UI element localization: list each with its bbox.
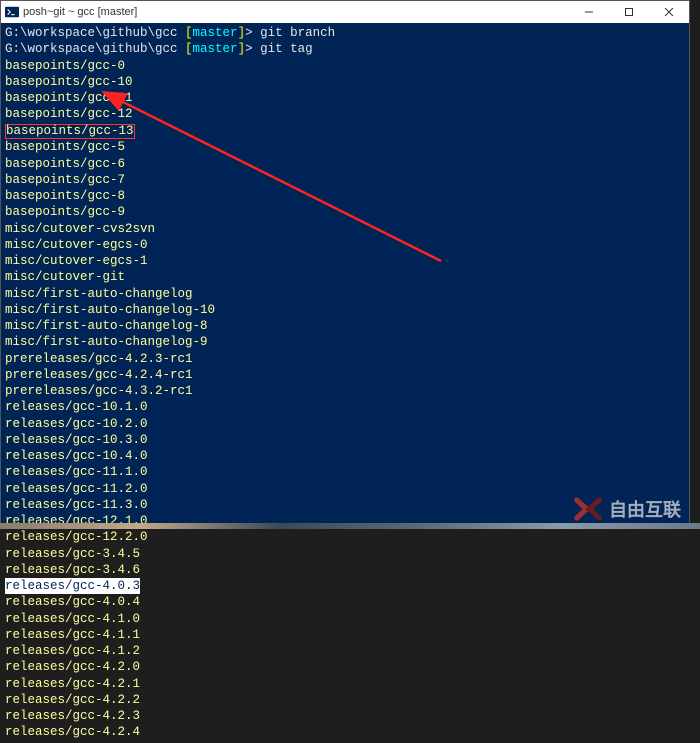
tag-line: basepoints/gcc-8 [5, 189, 125, 203]
tag-line: releases/gcc-4.2.4 [5, 725, 140, 739]
titlebar-left: posh~git ~ gcc [master] [5, 5, 137, 19]
tag-line: prereleases/gcc-4.3.2-rc1 [5, 384, 193, 398]
tag-line: basepoints/gcc-0 [5, 59, 125, 73]
tag-line: releases/gcc-4.2.0 [5, 660, 140, 674]
tag-line: basepoints/gcc-10 [5, 75, 133, 89]
tag-line: releases/gcc-11.3.0 [5, 498, 148, 512]
tag-line: releases/gcc-4.1.2 [5, 644, 140, 658]
tag-line: misc/cutover-egcs-1 [5, 254, 148, 268]
tag-line: releases/gcc-4.1.0 [5, 612, 140, 626]
terminal-body[interactable]: G:\workspace\github\gcc [master]> git br… [1, 23, 689, 743]
window-controls [569, 1, 689, 23]
tag-line: releases/gcc-10.2.0 [5, 417, 148, 431]
close-button[interactable] [649, 1, 689, 23]
tag-line: basepoints/gcc-5 [5, 140, 125, 154]
tag-line: misc/cutover-git [5, 270, 125, 284]
watermark: 自由互联 [573, 494, 681, 524]
tag-line: releases/gcc-4.1.1 [5, 628, 140, 642]
tag-line: basepoints/gcc-13 [5, 124, 135, 140]
tag-line: misc/first-auto-changelog-10 [5, 303, 215, 317]
tag-line: basepoints/gcc-9 [5, 205, 125, 219]
tag-line: basepoints/gcc-11 [5, 91, 133, 105]
watermark-text: 自由互联 [609, 496, 681, 522]
tag-line: releases/gcc-11.2.0 [5, 482, 148, 496]
tag-line: basepoints/gcc-7 [5, 173, 125, 187]
tag-line: releases/gcc-3.4.6 [5, 563, 140, 577]
tag-line: misc/first-auto-changelog [5, 287, 193, 301]
window-title: posh~git ~ gcc [master] [23, 6, 137, 18]
tag-line: releases/gcc-4.0.3 [5, 578, 140, 594]
tag-line: prereleases/gcc-4.2.4-rc1 [5, 368, 193, 382]
terminal-window: posh~git ~ gcc [master] G:\workspace\git… [0, 0, 690, 527]
tag-line: prereleases/gcc-4.2.3-rc1 [5, 352, 193, 366]
tag-line: releases/gcc-4.0.4 [5, 595, 140, 609]
tag-line: releases/gcc-4.2.3 [5, 709, 140, 723]
powershell-icon [5, 5, 19, 19]
tag-line: releases/gcc-10.3.0 [5, 433, 148, 447]
tag-line: misc/first-auto-changelog-8 [5, 319, 208, 333]
tag-line: misc/cutover-cvs2svn [5, 222, 155, 236]
tag-line: releases/gcc-10.4.0 [5, 449, 148, 463]
minimize-button[interactable] [569, 1, 609, 23]
tag-line: misc/cutover-egcs-0 [5, 238, 148, 252]
titlebar[interactable]: posh~git ~ gcc [master] [1, 1, 689, 23]
tag-line: releases/gcc-11.1.0 [5, 465, 148, 479]
prompt-line: G:\workspace\github\gcc [master]> git br… [5, 25, 685, 41]
watermark-x-icon [573, 494, 603, 524]
tag-line: releases/gcc-4.2.2 [5, 693, 140, 707]
tag-line: releases/gcc-4.2.1 [5, 677, 140, 691]
maximize-button[interactable] [609, 1, 649, 23]
tag-line: releases/gcc-10.1.0 [5, 400, 148, 414]
tag-line: releases/gcc-3.4.5 [5, 547, 140, 561]
tag-line: releases/gcc-12.2.0 [5, 530, 148, 544]
tag-line: misc/first-auto-changelog-9 [5, 335, 208, 349]
tag-line: basepoints/gcc-12 [5, 107, 133, 121]
prompt-line: G:\workspace\github\gcc [master]> git ta… [5, 41, 685, 57]
bottom-strip [0, 523, 700, 529]
tag-line: basepoints/gcc-6 [5, 157, 125, 171]
